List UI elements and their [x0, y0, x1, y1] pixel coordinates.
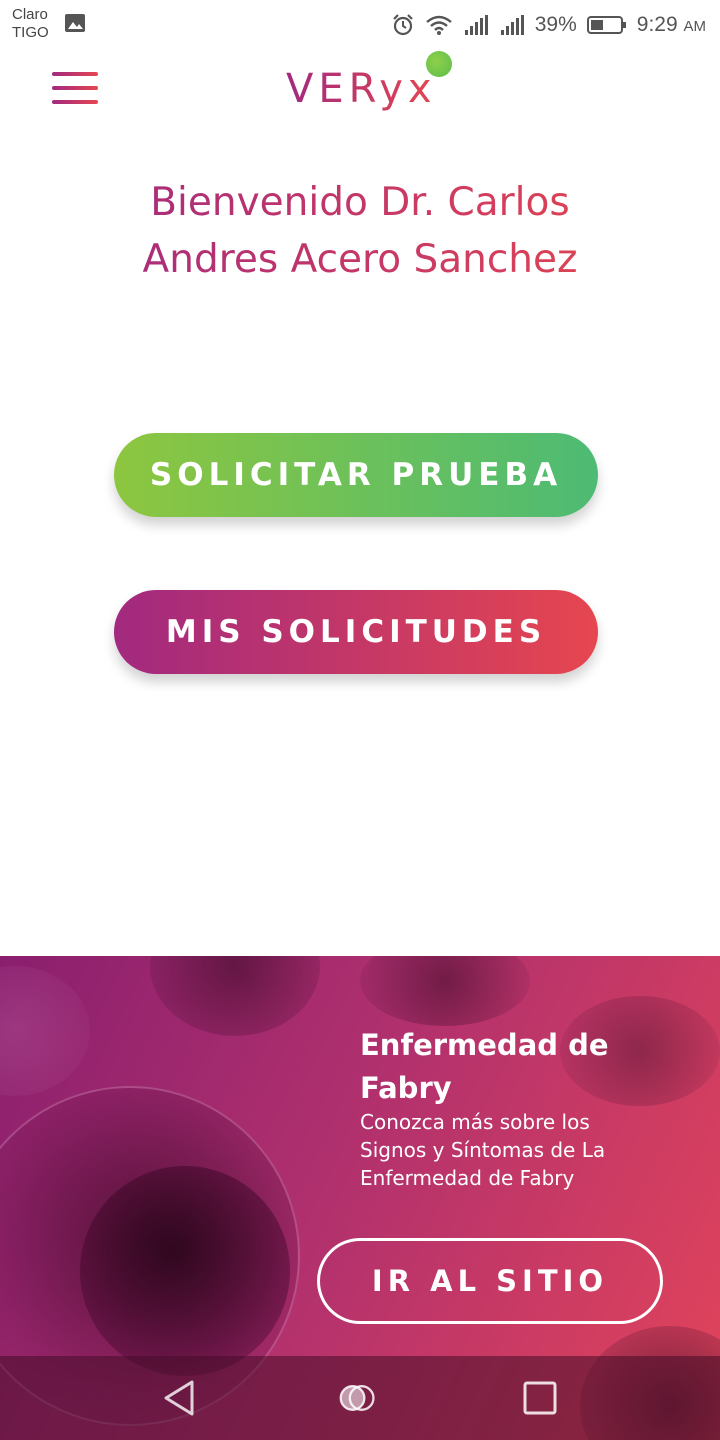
cell-image-blob	[0, 966, 90, 1096]
home-icon[interactable]	[338, 1378, 378, 1418]
cell-image-blob	[150, 956, 320, 1036]
clock-time: 9:29	[636, 13, 678, 36]
signal-icon	[500, 15, 524, 35]
welcome-line-1: Bienvenido Dr. Carlos	[150, 180, 570, 225]
carrier-line-2: TIGO	[12, 24, 49, 41]
hamburger-menu-icon[interactable]	[52, 72, 98, 106]
wifi-icon	[425, 15, 452, 35]
alarm-icon	[392, 14, 413, 36]
status-icons: 39% 9:29 AM	[391, 10, 706, 40]
carrier-label: Claro TIGO	[12, 6, 49, 42]
logo-dot	[426, 51, 452, 77]
banner-description: Conozca más sobre los Signos y Síntomas …	[360, 1110, 606, 1190]
welcome-heading: Bienvenido Dr. Carlos Andres Acero Sanch…	[60, 174, 660, 288]
back-icon[interactable]	[160, 1378, 200, 1418]
recent-apps-icon[interactable]	[520, 1378, 560, 1418]
status-bar: Claro TIGO 39% 9:29 AM	[0, 0, 720, 50]
carrier-line-1: Claro	[12, 6, 48, 23]
clock-ampm: AM	[683, 18, 707, 35]
welcome-line-2: Andres Acero Sanchez	[142, 237, 578, 282]
solicitar-prueba-button[interactable]: SOLICITAR PRUEBA	[114, 433, 598, 517]
banner-title: Enfermedad de Fabry	[360, 1028, 609, 1105]
ir-al-sitio-button[interactable]: IR AL SITIO	[317, 1238, 663, 1324]
battery-percent: 39%	[534, 13, 577, 36]
gallery-icon	[65, 14, 85, 32]
veryx-logo: VERyx	[286, 66, 437, 112]
signal-icon	[464, 15, 488, 35]
mis-solicitudes-button[interactable]: MIS SOLICITUDES	[114, 590, 598, 674]
cell-image-blob	[360, 956, 530, 1026]
battery-icon	[586, 16, 626, 34]
cell-image-blob	[80, 1166, 290, 1376]
android-nav-bar	[0, 1356, 720, 1440]
clock: 9:29 AM	[637, 13, 706, 37]
